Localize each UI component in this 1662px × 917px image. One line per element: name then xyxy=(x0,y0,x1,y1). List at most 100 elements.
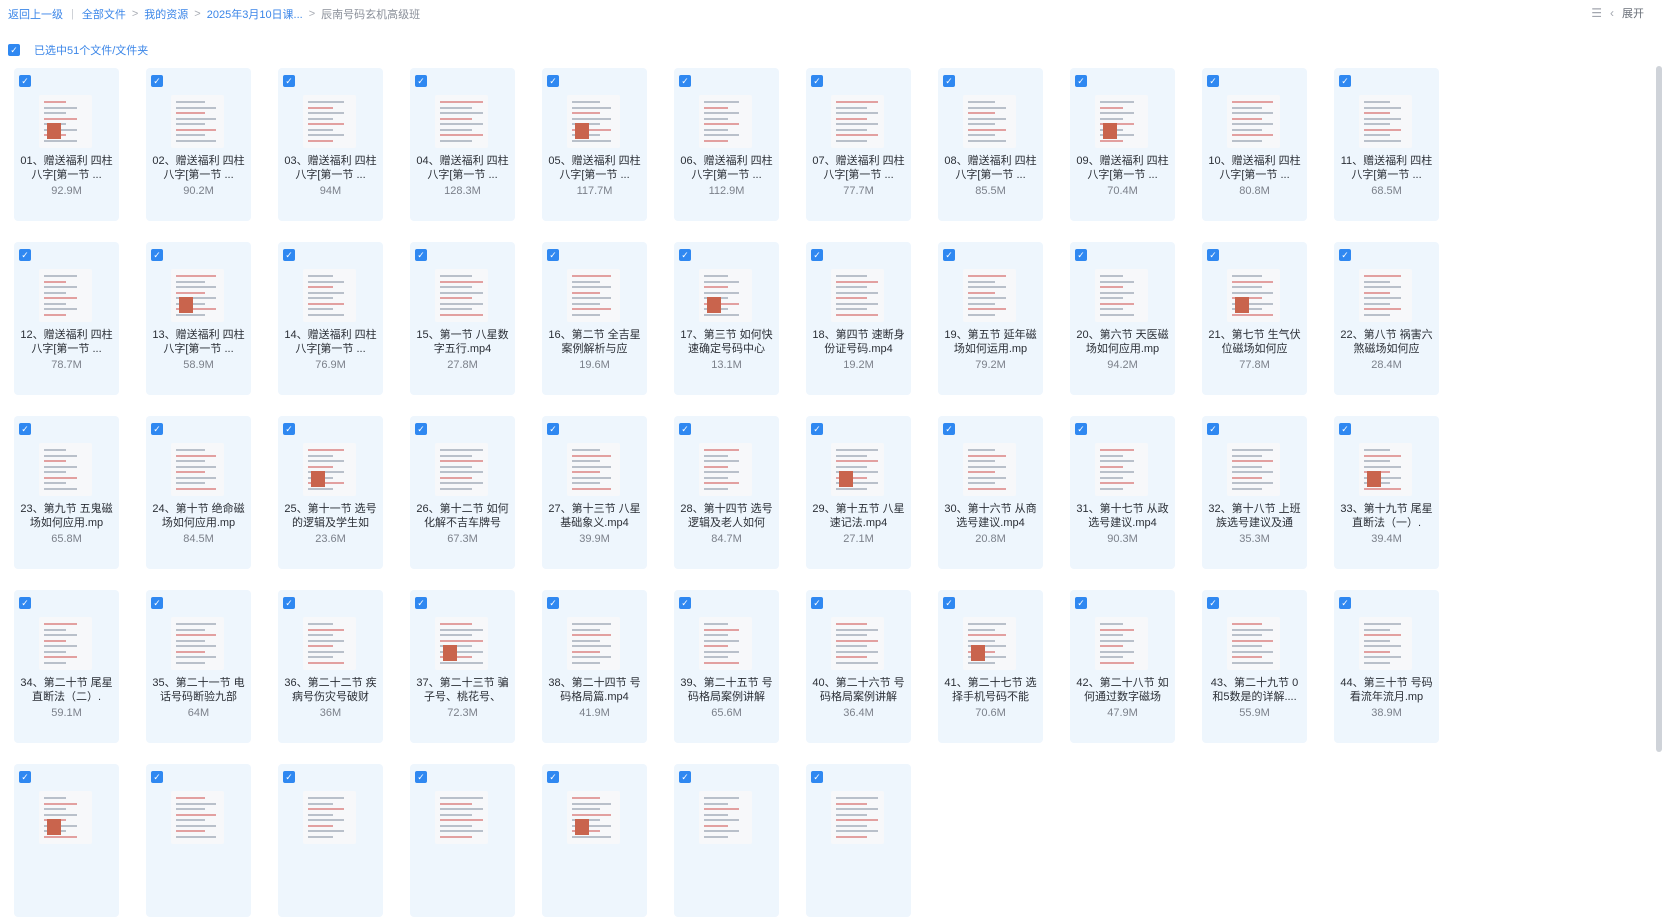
file-tile[interactable]: ✓ 17、第三节 如何快速确定号码中心 13.1M xyxy=(674,242,779,395)
file-tile[interactable]: ✓ 15、第一节 八星数字五行.mp4 27.8M xyxy=(410,242,515,395)
file-tile[interactable]: ✓ 39、第二十五节 号码格局案例讲解 65.6M xyxy=(674,590,779,743)
file-tile[interactable]: ✓ xyxy=(410,764,515,917)
file-tile[interactable]: ✓ 20、第六节 天医磁场如何应用.mp 94.2M xyxy=(1070,242,1175,395)
file-tile[interactable]: ✓ 06、赠送福利 四柱八字[第一节 ... 112.9M xyxy=(674,68,779,221)
file-tile[interactable]: ✓ 42、第二十八节 如何通过数字磁场 47.9M xyxy=(1070,590,1175,743)
file-checkbox[interactable]: ✓ xyxy=(1075,75,1087,87)
file-tile[interactable]: ✓ xyxy=(146,764,251,917)
file-checkbox[interactable]: ✓ xyxy=(415,771,427,783)
file-checkbox[interactable]: ✓ xyxy=(679,249,691,261)
file-tile[interactable]: ✓ xyxy=(14,764,119,917)
list-view-icon[interactable]: ☰ xyxy=(1591,6,1602,20)
file-checkbox[interactable]: ✓ xyxy=(547,75,559,87)
file-tile[interactable]: ✓ 14、赠送福利 四柱八字[第一节 ... 76.9M xyxy=(278,242,383,395)
file-checkbox[interactable]: ✓ xyxy=(19,771,31,783)
file-tile[interactable]: ✓ xyxy=(806,764,911,917)
file-tile[interactable]: ✓ 40、第二十六节 号码格局案例讲解 36.4M xyxy=(806,590,911,743)
file-checkbox[interactable]: ✓ xyxy=(1075,249,1087,261)
file-checkbox[interactable]: ✓ xyxy=(1339,75,1351,87)
file-checkbox[interactable]: ✓ xyxy=(943,249,955,261)
file-checkbox[interactable]: ✓ xyxy=(547,249,559,261)
file-checkbox[interactable]: ✓ xyxy=(1339,249,1351,261)
file-tile[interactable]: ✓ 24、第十节 绝命磁场如何应用.mp 84.5M xyxy=(146,416,251,569)
file-checkbox[interactable]: ✓ xyxy=(679,597,691,609)
file-tile[interactable]: ✓ 07、赠送福利 四柱八字[第一节 ... 77.7M xyxy=(806,68,911,221)
file-tile[interactable]: ✓ 33、第十九节 尾星直断法（一）. 39.4M xyxy=(1334,416,1439,569)
file-checkbox[interactable]: ✓ xyxy=(1207,423,1219,435)
file-checkbox[interactable]: ✓ xyxy=(679,771,691,783)
file-checkbox[interactable]: ✓ xyxy=(811,75,823,87)
file-checkbox[interactable]: ✓ xyxy=(679,75,691,87)
file-checkbox[interactable]: ✓ xyxy=(151,249,163,261)
file-checkbox[interactable]: ✓ xyxy=(547,771,559,783)
file-tile[interactable]: ✓ 03、赠送福利 四柱八字[第一节 ... 94M xyxy=(278,68,383,221)
file-tile[interactable]: ✓ 09、赠送福利 四柱八字[第一节 ... 70.4M xyxy=(1070,68,1175,221)
file-tile[interactable]: ✓ 18、第四节 速断身份证号码.mp4 19.2M xyxy=(806,242,911,395)
file-checkbox[interactable]: ✓ xyxy=(19,597,31,609)
file-tile[interactable]: ✓ xyxy=(542,764,647,917)
file-tile[interactable]: ✓ 23、第九节 五鬼磁场如何应用.mp 65.8M xyxy=(14,416,119,569)
file-checkbox[interactable]: ✓ xyxy=(943,597,955,609)
file-tile[interactable]: ✓ 21、第七节 生气伏位磁场如何应 77.8M xyxy=(1202,242,1307,395)
file-tile[interactable]: ✓ 43、第二十九节 0和5数是的详解.... 55.9M xyxy=(1202,590,1307,743)
file-checkbox[interactable]: ✓ xyxy=(151,75,163,87)
file-checkbox[interactable]: ✓ xyxy=(19,249,31,261)
select-all-checkbox[interactable]: ✓ xyxy=(8,44,20,56)
file-tile[interactable]: ✓ 13、赠送福利 四柱八字[第一节 ... 58.9M xyxy=(146,242,251,395)
file-tile[interactable]: ✓ 12、赠送福利 四柱八字[第一节 ... 78.7M xyxy=(14,242,119,395)
file-checkbox[interactable]: ✓ xyxy=(547,423,559,435)
file-checkbox[interactable]: ✓ xyxy=(283,423,295,435)
file-checkbox[interactable]: ✓ xyxy=(283,75,295,87)
chevron-left-icon[interactable]: ‹ xyxy=(1610,6,1614,20)
file-checkbox[interactable]: ✓ xyxy=(151,771,163,783)
file-tile[interactable]: ✓ 37、第二十三节 骗子号、桃花号、 72.3M xyxy=(410,590,515,743)
file-checkbox[interactable]: ✓ xyxy=(415,423,427,435)
file-checkbox[interactable]: ✓ xyxy=(19,75,31,87)
file-checkbox[interactable]: ✓ xyxy=(283,597,295,609)
file-checkbox[interactable]: ✓ xyxy=(547,597,559,609)
file-tile[interactable]: ✓ 31、第十七节 从政选号建议.mp4 90.3M xyxy=(1070,416,1175,569)
file-checkbox[interactable]: ✓ xyxy=(283,771,295,783)
file-tile[interactable]: ✓ 28、第十四节 选号逻辑及老人如何 84.7M xyxy=(674,416,779,569)
file-checkbox[interactable]: ✓ xyxy=(1075,423,1087,435)
file-tile[interactable]: ✓ 30、第十六节 从商选号建议.mp4 20.8M xyxy=(938,416,1043,569)
file-checkbox[interactable]: ✓ xyxy=(811,771,823,783)
vertical-scrollbar[interactable] xyxy=(1656,66,1662,752)
file-checkbox[interactable]: ✓ xyxy=(811,597,823,609)
file-tile[interactable]: ✓ 10、赠送福利 四柱八字[第一节 ... 80.8M xyxy=(1202,68,1307,221)
file-tile[interactable]: ✓ 44、第三十节 号码看流年流月.mp 38.9M xyxy=(1334,590,1439,743)
file-tile[interactable]: ✓ 32、第十八节 上班族选号建议及通 35.3M xyxy=(1202,416,1307,569)
file-tile[interactable]: ✓ 01、赠送福利 四柱八字[第一节 ... 92.9M xyxy=(14,68,119,221)
file-checkbox[interactable]: ✓ xyxy=(151,597,163,609)
file-tile[interactable]: ✓ 36、第二十二节 疾病号伤灾号破财 36M xyxy=(278,590,383,743)
file-tile[interactable]: ✓ xyxy=(278,764,383,917)
back-link[interactable]: 返回上一级 xyxy=(8,6,63,22)
file-tile[interactable]: ✓ 11、赠送福利 四柱八字[第一节 ... 68.5M xyxy=(1334,68,1439,221)
file-checkbox[interactable]: ✓ xyxy=(943,75,955,87)
file-checkbox[interactable]: ✓ xyxy=(1207,597,1219,609)
file-tile[interactable]: ✓ 35、第二十一节 电话号码断验九部 64M xyxy=(146,590,251,743)
file-checkbox[interactable]: ✓ xyxy=(811,249,823,261)
file-checkbox[interactable]: ✓ xyxy=(415,597,427,609)
file-checkbox[interactable]: ✓ xyxy=(415,75,427,87)
file-tile[interactable]: ✓ 04、赠送福利 四柱八字[第一节 ... 128.3M xyxy=(410,68,515,221)
file-tile[interactable]: ✓ 05、赠送福利 四柱八字[第一节 ... 117.7M xyxy=(542,68,647,221)
breadcrumb-my-resources[interactable]: 我的资源 xyxy=(144,6,188,22)
expand-button[interactable]: 展开 xyxy=(1622,5,1644,21)
file-checkbox[interactable]: ✓ xyxy=(943,423,955,435)
file-checkbox[interactable]: ✓ xyxy=(415,249,427,261)
file-checkbox[interactable]: ✓ xyxy=(679,423,691,435)
file-tile[interactable]: ✓ 38、第二十四节 号码格局篇.mp4 41.9M xyxy=(542,590,647,743)
breadcrumb-all-files[interactable]: 全部文件 xyxy=(82,6,126,22)
file-checkbox[interactable]: ✓ xyxy=(1339,423,1351,435)
file-tile[interactable]: ✓ 02、赠送福利 四柱八字[第一节 ... 90.2M xyxy=(146,68,251,221)
file-checkbox[interactable]: ✓ xyxy=(1207,249,1219,261)
file-tile[interactable]: ✓ 41、第二十七节 选择手机号码不能 70.6M xyxy=(938,590,1043,743)
file-checkbox[interactable]: ✓ xyxy=(1339,597,1351,609)
file-tile[interactable]: ✓ 19、第五节 延年磁场如何运用.mp 79.2M xyxy=(938,242,1043,395)
file-tile[interactable]: ✓ xyxy=(674,764,779,917)
file-tile[interactable]: ✓ 29、第十五节 八星速记法.mp4 27.1M xyxy=(806,416,911,569)
file-tile[interactable]: ✓ 27、第十三节 八星基础象义.mp4 39.9M xyxy=(542,416,647,569)
file-tile[interactable]: ✓ 22、第八节 祸害六煞磁场如何应 28.4M xyxy=(1334,242,1439,395)
file-checkbox[interactable]: ✓ xyxy=(151,423,163,435)
